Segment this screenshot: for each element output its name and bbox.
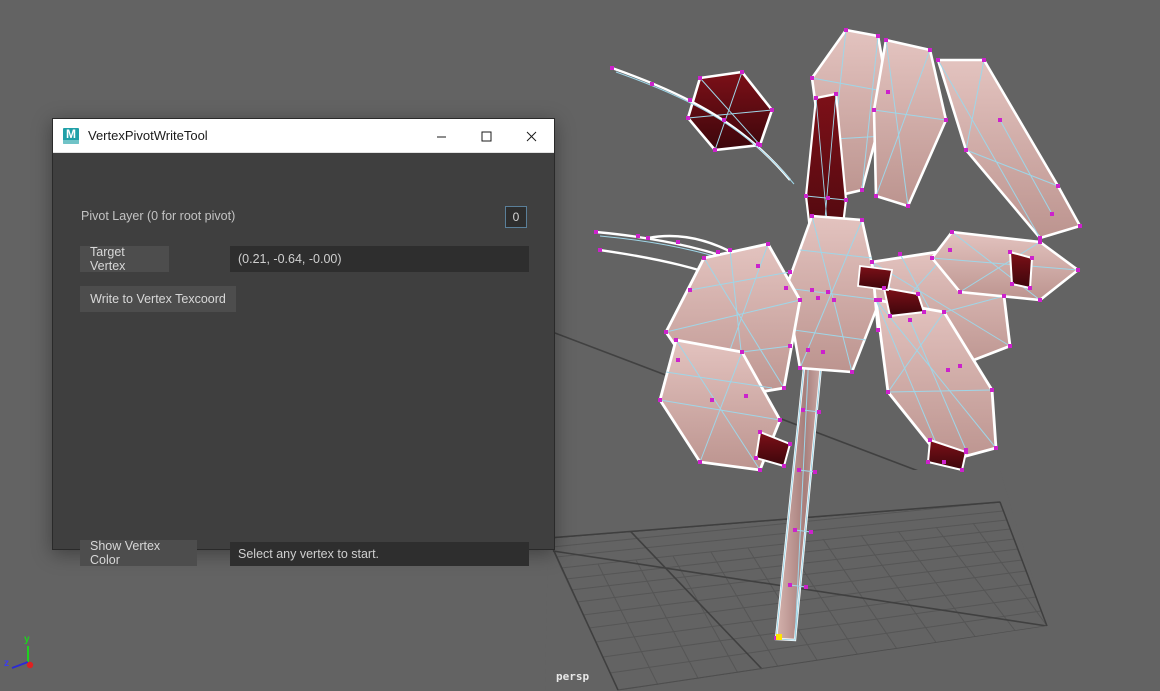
maximize-button[interactable]	[464, 119, 509, 153]
axis-z-label: z	[4, 658, 9, 669]
close-button[interactable]	[509, 119, 554, 153]
pivot-layer-row: Pivot Layer (0 for root pivot) 0	[53, 205, 554, 231]
minimize-button[interactable]	[419, 119, 464, 153]
close-icon	[526, 131, 537, 141]
camera-name-label: persp	[556, 670, 590, 683]
selected-vertex[interactable]	[776, 634, 782, 640]
target-vertex-value-field[interactable]: (0.21, -0.64, -0.00)	[230, 246, 529, 272]
window-controls	[419, 119, 554, 153]
vertex-pivot-write-tool-window[interactable]: M VertexPivotWriteTool Pivot Layer (0 fo…	[52, 118, 555, 567]
maya-app-icon: M	[63, 127, 79, 144]
minimize-icon	[437, 136, 446, 137]
axis-gizmo: y z	[2, 634, 50, 686]
maximize-icon	[481, 131, 492, 141]
app-icon-footer	[63, 139, 79, 144]
status-message-field: Select any vertex to start.	[230, 542, 529, 566]
window-title: VertexPivotWriteTool	[88, 128, 208, 143]
show-vertex-color-button[interactable]: Show Vertex Color	[80, 539, 197, 567]
tool-panel-body: Pivot Layer (0 for root pivot) 0 Target …	[53, 153, 554, 567]
target-vertex-button[interactable]: Target Vertex	[80, 245, 169, 273]
pivot-layer-label: Pivot Layer (0 for root pivot)	[81, 209, 236, 223]
app-icon-letter: M	[66, 127, 76, 141]
screen: persp y z M VertexPivotWriteTool Pivot L…	[0, 0, 1160, 691]
window-titlebar[interactable]: M VertexPivotWriteTool	[53, 119, 554, 153]
write-to-vertex-texcoord-button[interactable]: Write to Vertex Texcoord	[80, 286, 236, 312]
axis-y-label: y	[24, 634, 30, 645]
pivot-layer-input[interactable]: 0	[505, 206, 527, 228]
